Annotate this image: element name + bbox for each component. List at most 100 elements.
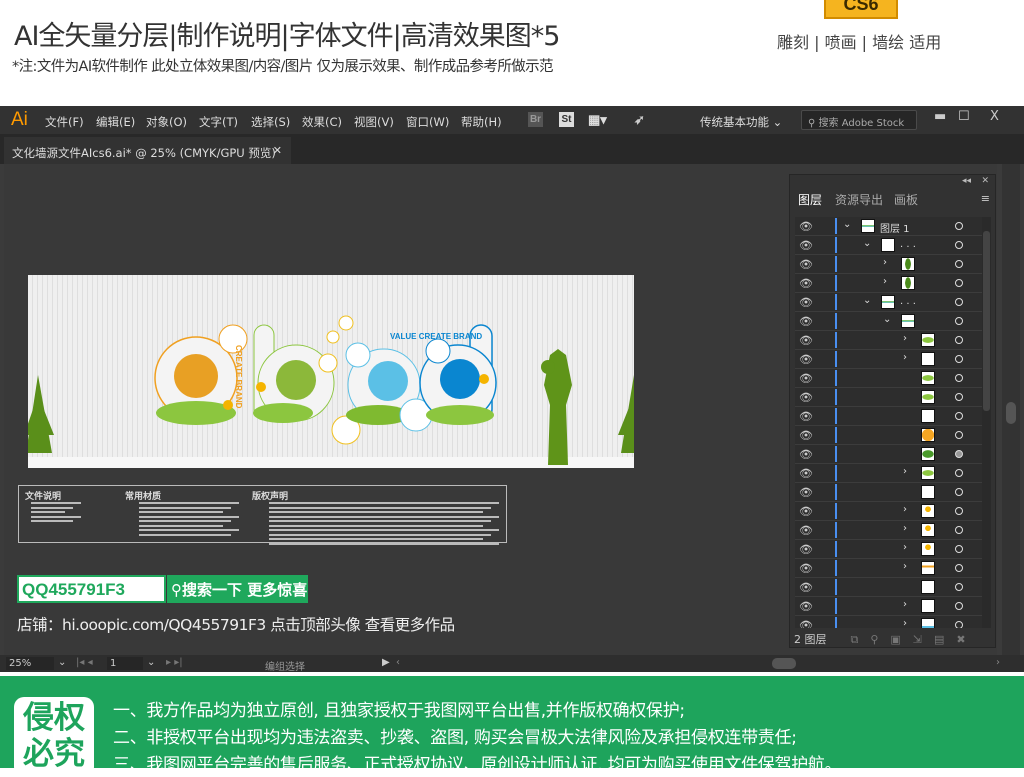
target-circle-icon[interactable] (955, 241, 963, 249)
target-circle-icon[interactable] (955, 336, 963, 344)
visibility-eye-icon[interactable]: 👁 (799, 391, 813, 404)
layer-row[interactable]: 👁 (795, 445, 982, 464)
target-circle-icon[interactable] (955, 260, 963, 268)
visibility-eye-icon[interactable]: 👁 (799, 296, 813, 309)
visibility-eye-icon[interactable]: 👁 (799, 600, 813, 613)
layer-row[interactable]: 👁 (795, 388, 982, 407)
collapse-panel-icon[interactable]: ◂◂ (962, 176, 971, 186)
canvas[interactable]: CREATE BRAND VALUE CREATE BRAND 文件说明 常用材… (4, 164, 1020, 655)
chevron-down-icon[interactable]: ⌄ (843, 219, 851, 230)
target-circle-icon[interactable] (955, 545, 963, 553)
chevron-down-icon[interactable]: ⌄ (883, 314, 891, 325)
horizontal-scroll-thumb[interactable] (772, 658, 796, 669)
target-circle-icon[interactable] (955, 583, 963, 591)
visibility-eye-icon[interactable]: 👁 (799, 448, 813, 461)
layer-row[interactable]: 👁 › (795, 502, 982, 521)
chevron-right-icon[interactable]: › (903, 504, 907, 515)
layer-row[interactable]: 👁 › (795, 540, 982, 559)
arrange-documents-icon[interactable]: ▦▾ (588, 112, 607, 127)
target-circle-icon[interactable] (955, 355, 963, 363)
layers-scrollbar[interactable] (982, 217, 991, 628)
chevron-right-icon[interactable]: › (883, 276, 887, 287)
first-prev-artboard-icons[interactable]: |◂ ◂ (76, 657, 93, 668)
stock-search-input[interactable]: ⚲ 搜索 Adobe Stock (801, 110, 917, 130)
status-menu-icon[interactable]: ▶ (382, 657, 390, 668)
target-circle-icon[interactable] (955, 450, 963, 458)
document-tab[interactable]: 文化墙源文件AIcs6.ai* @ 25% (CMYK/GPU 预览) ✕ (4, 137, 291, 164)
artboard-number-field[interactable]: 1 (107, 657, 143, 670)
chevron-down-icon[interactable]: ⌄ (863, 295, 871, 306)
target-circle-icon[interactable] (955, 469, 963, 477)
layer-row[interactable]: 👁 ⌄ . . . (795, 236, 982, 255)
menu-0[interactable]: 文件(F) (45, 114, 84, 130)
menu-1[interactable]: 编辑(E) (96, 114, 135, 130)
chevron-right-icon[interactable]: › (903, 523, 907, 534)
target-circle-icon[interactable] (955, 602, 963, 610)
layer-row[interactable]: 👁 (795, 483, 982, 502)
target-circle-icon[interactable] (955, 507, 963, 515)
visibility-eye-icon[interactable]: 👁 (799, 353, 813, 366)
visibility-eye-icon[interactable]: 👁 (799, 543, 813, 556)
stock-button[interactable]: St (559, 112, 574, 127)
bridge-button[interactable]: Br (528, 112, 543, 127)
visibility-eye-icon[interactable]: 👁 (799, 619, 813, 628)
menu-4[interactable]: 选择(S) (251, 114, 290, 130)
menu-8[interactable]: 帮助(H) (461, 114, 502, 130)
layer-row[interactable]: 👁 (795, 369, 982, 388)
visibility-eye-icon[interactable]: 👁 (799, 220, 813, 233)
scroll-left-icon[interactable]: ‹ (396, 657, 400, 668)
target-circle-icon[interactable] (955, 412, 963, 420)
target-circle-icon[interactable] (955, 621, 963, 628)
layer-row[interactable]: 👁 › (795, 616, 982, 628)
layer-row[interactable]: 👁 (795, 426, 982, 445)
menu-2[interactable]: 对象(O) (146, 114, 187, 130)
layer-row[interactable]: 👁 (795, 578, 982, 597)
visibility-eye-icon[interactable]: 👁 (799, 524, 813, 537)
visibility-eye-icon[interactable]: 👁 (799, 429, 813, 442)
visibility-eye-icon[interactable]: 👁 (799, 486, 813, 499)
search-more-button[interactable]: ⚲搜索一下 更多惊喜 (167, 575, 308, 603)
gpu-rocket-icon[interactable]: ➶ (632, 112, 647, 127)
layer-row[interactable]: 👁 › (795, 274, 982, 293)
chevron-right-icon[interactable]: › (903, 542, 907, 553)
minimize-button[interactable]: ▬ (934, 109, 946, 124)
chevron-right-icon[interactable]: › (903, 618, 907, 628)
scroll-right-icon[interactable]: › (996, 657, 1000, 668)
visibility-eye-icon[interactable]: 👁 (799, 258, 813, 271)
artboard-dropdown-icon[interactable]: ⌄ (147, 657, 155, 668)
next-last-artboard-icons[interactable]: ▸ ▸| (166, 657, 183, 668)
menu-3[interactable]: 文字(T) (199, 114, 238, 130)
target-circle-icon[interactable] (955, 317, 963, 325)
visibility-eye-icon[interactable]: 👁 (799, 562, 813, 575)
target-circle-icon[interactable] (955, 298, 963, 306)
layer-row[interactable]: 👁 ⌄ (795, 312, 982, 331)
target-circle-icon[interactable] (955, 374, 963, 382)
layer-row[interactable]: 👁 ⌄ . . . (795, 293, 982, 312)
layer-row[interactable]: 👁 ⌄ 图层 1 (795, 217, 982, 236)
artboard[interactable]: CREATE BRAND VALUE CREATE BRAND (28, 275, 634, 468)
tab-layers[interactable]: 图层 (798, 191, 822, 208)
qq-id-field[interactable]: QQ455791F3 (17, 575, 166, 603)
layer-row[interactable]: 👁 › (795, 255, 982, 274)
menu-7[interactable]: 窗口(W) (406, 114, 449, 130)
visibility-eye-icon[interactable]: 👁 (799, 467, 813, 480)
chevron-right-icon[interactable]: › (883, 257, 887, 268)
target-circle-icon[interactable] (955, 564, 963, 572)
layer-row[interactable]: 👁 › (795, 559, 982, 578)
layer-row[interactable]: 👁 › (795, 521, 982, 540)
close-panel-icon[interactable]: ✕ (981, 176, 989, 186)
layer-row[interactable]: 👁 › (795, 464, 982, 483)
layer-row[interactable]: 👁 (795, 407, 982, 426)
chevron-right-icon[interactable]: › (903, 333, 907, 344)
canvas-vertical-scrollbar[interactable] (1002, 164, 1020, 655)
visibility-eye-icon[interactable]: 👁 (799, 372, 813, 385)
chevron-right-icon[interactable]: › (903, 599, 907, 610)
target-circle-icon[interactable] (955, 488, 963, 496)
tab-asset-export[interactable]: 资源导出 (835, 191, 883, 208)
layer-actions-icons[interactable]: ⧉⚲▣⇲▤✖ (851, 633, 978, 646)
layer-row[interactable]: 👁 › (795, 331, 982, 350)
menu-6[interactable]: 视图(V) (354, 114, 394, 130)
visibility-eye-icon[interactable]: 👁 (799, 505, 813, 518)
visibility-eye-icon[interactable]: 👁 (799, 410, 813, 423)
zoom-level-field[interactable]: 25% (6, 657, 54, 670)
